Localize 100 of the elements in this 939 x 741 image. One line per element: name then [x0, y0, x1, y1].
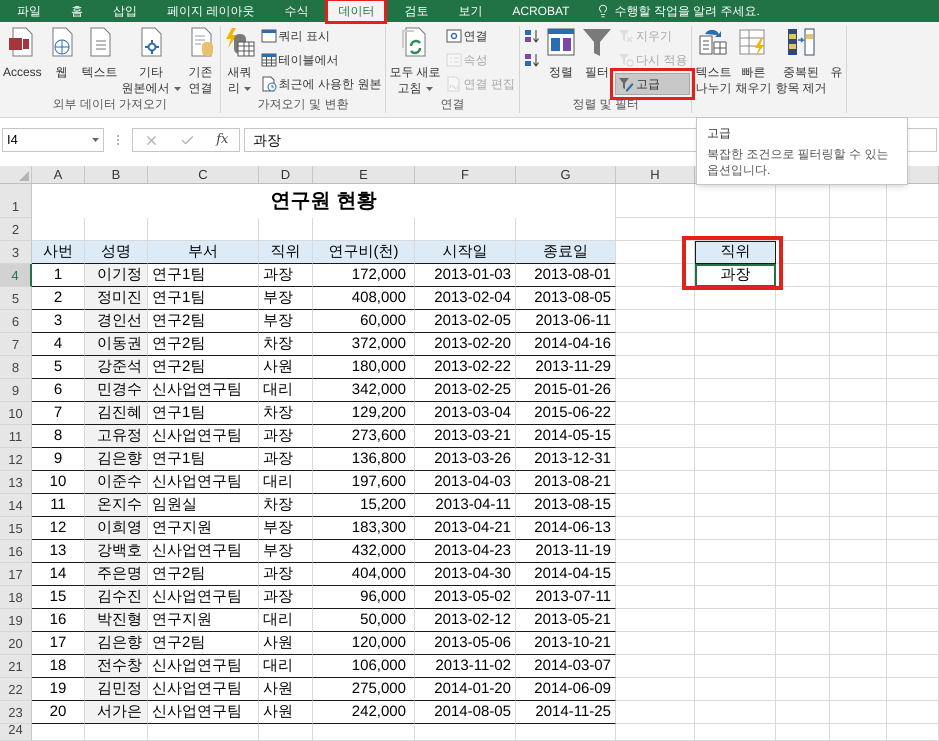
grid-cell[interactable]: [695, 310, 776, 333]
grid-cell[interactable]: [695, 402, 776, 425]
grid-cell[interactable]: [695, 655, 776, 678]
grid-cell[interactable]: [148, 724, 259, 741]
grid-cell[interactable]: [887, 609, 939, 632]
ribbon-tab[interactable]: 삽입: [102, 0, 148, 22]
row-header[interactable]: 3: [0, 241, 32, 264]
grid-cell[interactable]: [830, 724, 887, 741]
grid-cell[interactable]: [616, 632, 695, 655]
grid-cell[interactable]: [616, 218, 695, 241]
ribbon-button[interactable]: 빠른 채우기: [733, 22, 774, 96]
grid-cell[interactable]: [830, 425, 887, 448]
grid-cell[interactable]: [830, 701, 887, 724]
row-header[interactable]: 24: [0, 724, 32, 741]
row-header[interactable]: 7: [0, 333, 32, 356]
grid-cell[interactable]: [616, 678, 695, 701]
grid-cell[interactable]: [830, 678, 887, 701]
column-header[interactable]: H: [650, 164, 660, 184]
ribbon-button[interactable]: 중복된 항목 제거: [773, 22, 829, 96]
row-header[interactable]: 6: [0, 310, 32, 333]
grid-cell[interactable]: [616, 701, 695, 724]
grid-cell[interactable]: [830, 218, 887, 241]
grid-cell[interactable]: [830, 494, 887, 517]
column-header[interactable]: E: [359, 164, 368, 184]
grid-cell[interactable]: [830, 586, 887, 609]
grid-cell[interactable]: [776, 425, 830, 448]
grid-cell[interactable]: [695, 609, 776, 632]
grid-cell[interactable]: [616, 402, 695, 425]
grid-cell[interactable]: [616, 184, 695, 218]
grid-cell[interactable]: [776, 287, 830, 310]
ribbon-tab[interactable]: 데이터: [327, 0, 386, 22]
grid-cell[interactable]: [776, 563, 830, 586]
grid-cell[interactable]: [776, 540, 830, 563]
row-header[interactable]: 5: [0, 287, 32, 310]
select-all-icon[interactable]: [19, 171, 29, 181]
grid-cell[interactable]: [516, 724, 616, 741]
grid-cell[interactable]: [776, 448, 830, 471]
ribbon-tab[interactable]: 수식: [273, 0, 320, 22]
grid-cell[interactable]: [830, 264, 887, 287]
row-header[interactable]: 9: [0, 379, 32, 402]
ribbon-button[interactable]: 테이블에서: [258, 49, 384, 71]
grid-cell[interactable]: [776, 356, 830, 379]
grid-cell[interactable]: [887, 701, 939, 724]
grid-cell[interactable]: [887, 655, 939, 678]
grid-cell[interactable]: [830, 540, 887, 563]
tell-me-field[interactable]: 수행할 작업을 알려 주세요.: [596, 0, 760, 22]
criteria-cell[interactable]: 과장: [695, 264, 776, 287]
grid-cell[interactable]: [887, 494, 939, 517]
row-header[interactable]: 19: [0, 609, 32, 632]
grid-cell[interactable]: [887, 678, 939, 701]
grid-cell[interactable]: [695, 586, 776, 609]
grid-cell[interactable]: [887, 241, 939, 264]
grid-cell[interactable]: [887, 563, 939, 586]
grid-cell[interactable]: [695, 678, 776, 701]
grid-cell[interactable]: [776, 241, 830, 264]
grid-cell[interactable]: [830, 448, 887, 471]
grid-cell[interactable]: [695, 448, 776, 471]
grid-cell[interactable]: [616, 563, 695, 586]
row-header[interactable]: 11: [0, 425, 32, 448]
name-box[interactable]: I4: [2, 128, 104, 152]
row-header[interactable]: 18: [0, 586, 32, 609]
row-header[interactable]: 13: [0, 471, 32, 494]
grid-cell[interactable]: [776, 724, 830, 741]
ribbon-button[interactable]: 유: [828, 22, 845, 96]
ribbon-tab[interactable]: 페이지 레이아웃: [156, 0, 266, 22]
ribbon-button[interactable]: 정렬: [543, 22, 580, 96]
grid-cell[interactable]: [830, 471, 887, 494]
ribbon-button[interactable]: 기존 연결: [182, 22, 219, 96]
grid-cell[interactable]: [616, 655, 695, 678]
row-header[interactable]: 8: [0, 356, 32, 379]
grid-cell[interactable]: [695, 563, 776, 586]
ribbon-tab[interactable]: 파일: [6, 0, 52, 22]
grid-cell[interactable]: [695, 287, 776, 310]
grid-cell[interactable]: [830, 333, 887, 356]
grid-cell[interactable]: [776, 379, 830, 402]
ribbon-tab[interactable]: ACROBAT: [501, 0, 580, 22]
grid-cell[interactable]: [830, 310, 887, 333]
grid-cell[interactable]: [695, 425, 776, 448]
grid-cell[interactable]: [695, 701, 776, 724]
ribbon-button[interactable]: 기타 원본에서: [120, 22, 183, 96]
grid-cell[interactable]: [616, 333, 695, 356]
column-header[interactable]: A: [54, 164, 62, 184]
ribbon-tab[interactable]: 보기: [447, 0, 494, 22]
grid-cell[interactable]: [695, 471, 776, 494]
row-header[interactable]: 14: [0, 494, 32, 517]
grid-cell[interactable]: [85, 724, 148, 741]
ribbon-button[interactable]: 모두 새로 고침: [387, 22, 443, 96]
grid-cell[interactable]: [616, 586, 695, 609]
grid-cell[interactable]: [887, 218, 939, 241]
grid-cell[interactable]: [887, 379, 939, 402]
grid-cell[interactable]: [616, 425, 695, 448]
ribbon-button[interactable]: 새쿼 리: [222, 22, 258, 96]
ribbon-button[interactable]: 최근에 사용한 원본: [258, 73, 384, 95]
grid-cell[interactable]: [616, 471, 695, 494]
grid-cell[interactable]: [830, 287, 887, 310]
grid-cell[interactable]: [616, 517, 695, 540]
grid-cell[interactable]: [616, 379, 695, 402]
ribbon-button[interactable]: 필터: [579, 22, 616, 96]
grid-cell[interactable]: [695, 379, 776, 402]
grid-cell[interactable]: [776, 517, 830, 540]
